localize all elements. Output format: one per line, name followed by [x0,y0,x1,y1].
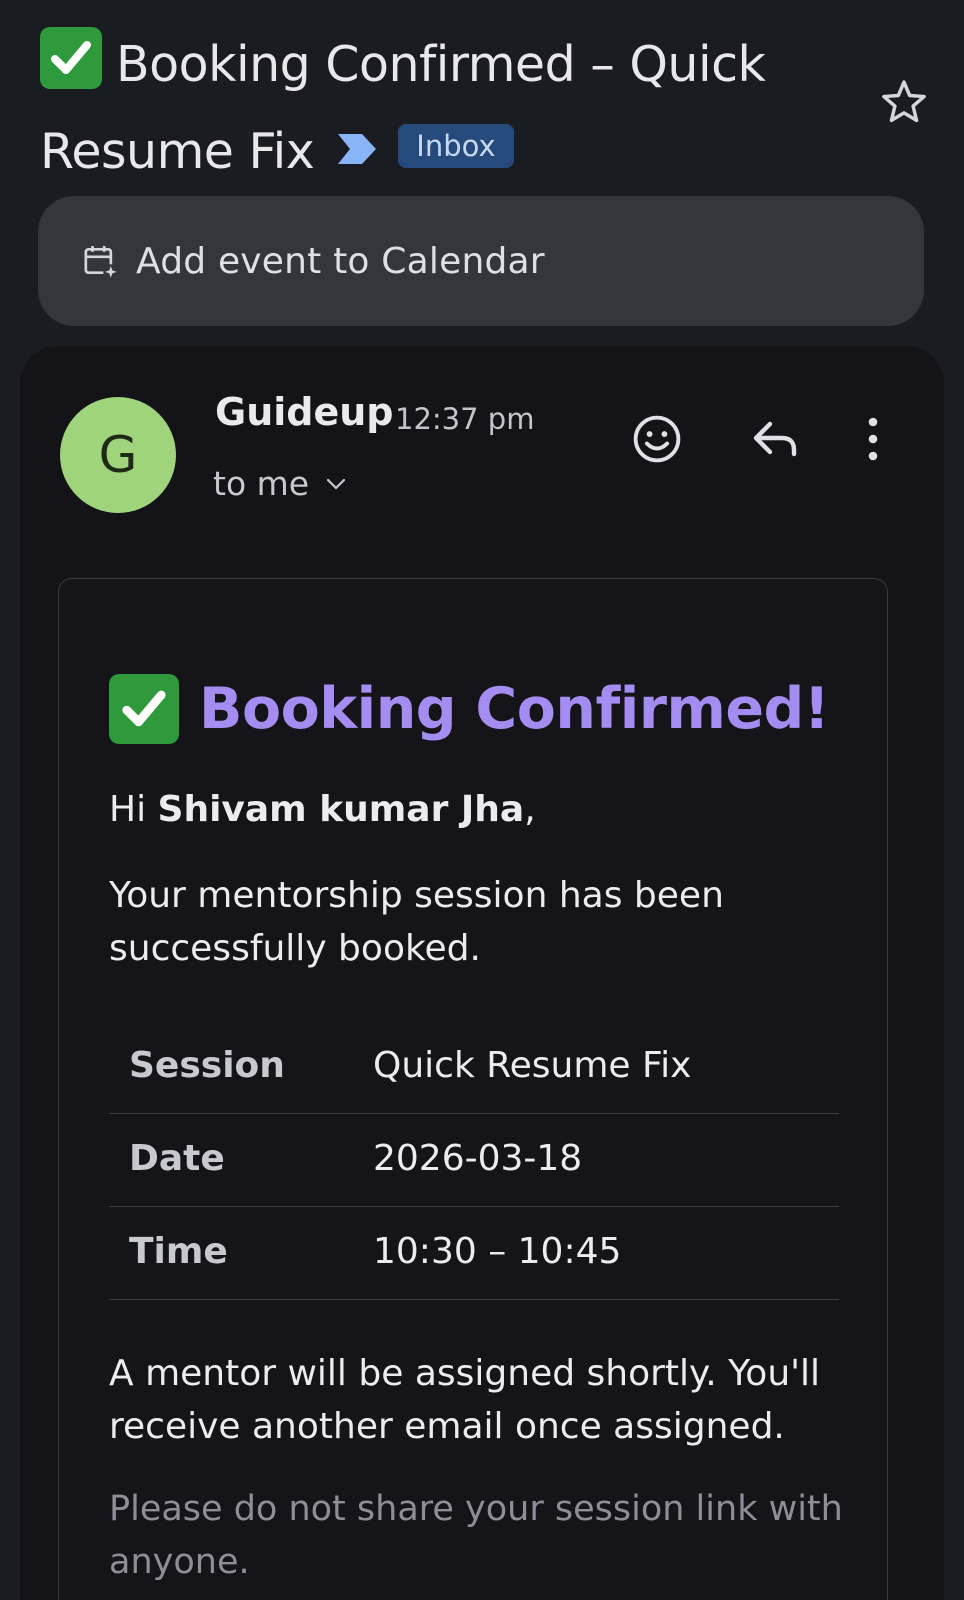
booking-details-table: Session Quick Resume Fix Date 2026-03-18… [109,1021,839,1300]
email-title: Booking Confirmed! [109,674,830,744]
intro-text: Your mentorship session has been success… [109,875,724,969]
recipient-name: Shivam kumar Jha [157,789,525,830]
reply-icon[interactable] [750,416,802,462]
detail-label: Date [129,1138,225,1179]
check-mark-emoji-icon [40,27,102,89]
emoji-react-icon[interactable] [630,412,684,466]
inbox-label-chip[interactable]: Inbox [398,124,514,168]
message-card: G Guideup 12:37 pm to me Booking Confirm… [20,346,944,1600]
greeting-suffix: , [524,789,536,830]
sender-avatar[interactable]: G [60,397,176,513]
table-row: Time 10:30 – 10:45 [109,1207,839,1300]
chevron-down-icon [326,478,346,490]
recipient-details-toggle[interactable]: to me [213,464,347,503]
assignment-note: A mentor will be assigned shortly. You'l… [109,1353,821,1447]
greeting: Hi Shivam kumar Jha, [109,789,536,830]
email-subject: Booking Confirmed – Quick Resume Fix Inbo… [40,22,860,194]
star-icon[interactable] [878,76,930,128]
disclaimer-text: Please do not share your session link wi… [109,1489,843,1582]
table-row: Date 2026-03-18 [109,1114,839,1207]
sender-name[interactable]: Guideup [215,390,394,434]
more-vert-icon[interactable] [856,412,890,466]
detail-value: Quick Resume Fix [373,1045,692,1086]
detail-value: 2026-03-18 [373,1138,583,1179]
detail-label: Session [129,1045,285,1086]
importance-marker-icon[interactable] [336,107,378,192]
calendar-add-icon [84,246,119,280]
check-mark-emoji-icon [109,674,179,744]
detail-value: 10:30 – 10:45 [373,1231,622,1272]
add-to-calendar-button[interactable]: Add event to Calendar [38,196,924,326]
message-time: 12:37 pm [395,402,535,436]
detail-label: Time [129,1231,228,1272]
add-to-calendar-label: Add event to Calendar [136,240,545,282]
email-body: Booking Confirmed! Hi Shivam kumar Jha, … [58,578,888,1600]
greeting-prefix: Hi [109,789,158,830]
recipient-label: to me [213,464,310,503]
table-row: Session Quick Resume Fix [109,1021,839,1114]
email-title-text: Booking Confirmed! [199,676,830,742]
